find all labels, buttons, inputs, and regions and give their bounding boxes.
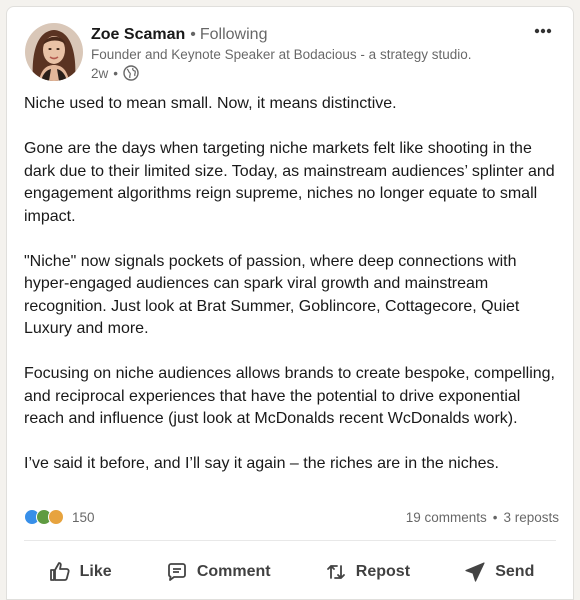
like-label: Like	[79, 563, 112, 580]
more-options-button[interactable]	[531, 21, 555, 41]
author-avatar[interactable]	[25, 23, 83, 81]
reactions-summary[interactable]: 150	[24, 509, 95, 525]
post-paragraph: Niche used to mean small. Now, it means …	[24, 95, 397, 112]
follow-status[interactable]: Following	[200, 26, 268, 43]
author-headline: Founder and Keynote Speaker at Bodacious…	[91, 47, 472, 62]
separator-dot: •	[492, 509, 498, 525]
post-paragraph: "Niche" now signals pockets of passion, …	[24, 252, 520, 338]
ellipsis-icon	[534, 28, 552, 34]
separator-dot: •	[190, 26, 196, 43]
send-label: Send	[495, 563, 535, 580]
comment-icon	[167, 563, 186, 581]
author-line: Zoe Scaman • Following	[91, 25, 267, 45]
send-icon	[465, 562, 485, 582]
social-counts: 150 19 comments • 3 reposts	[24, 509, 559, 525]
globe-icon	[123, 65, 139, 81]
post-paragraph: Gone are the days when targeting niche m…	[24, 140, 555, 225]
repost-button[interactable]: Repost	[312, 552, 422, 592]
separator-dot: •	[113, 65, 118, 81]
post-paragraph: I’ve said it before, and I’ll say it aga…	[24, 455, 499, 472]
reposts-count[interactable]: 3 reposts	[503, 510, 559, 525]
post-time: 2w	[91, 65, 109, 81]
post-body: Niche used to mean small. Now, it means …	[24, 93, 564, 476]
divider	[24, 540, 556, 541]
post-paragraph: Focusing on niche audiences allows brand…	[24, 365, 555, 427]
reaction-count: 150	[72, 509, 95, 525]
comments-count[interactable]: 19 comments	[406, 510, 487, 525]
thumbs-up-icon	[49, 562, 70, 581]
post-card: Zoe Scaman • Following Founder and Keynote…	[6, 6, 574, 600]
post-meta: 2w •	[91, 65, 139, 81]
send-button[interactable]: Send	[451, 552, 546, 592]
repost-icon	[326, 565, 345, 579]
author-name[interactable]: Zoe Scaman	[91, 26, 185, 43]
action-bar: Like Comment Repost Send	[7, 552, 575, 592]
like-button[interactable]: Like	[36, 552, 124, 592]
comment-button[interactable]: Comment	[153, 552, 283, 592]
comment-label: Comment	[196, 563, 271, 580]
insightful-reaction-icon	[48, 509, 64, 525]
repost-label: Repost	[355, 563, 411, 580]
